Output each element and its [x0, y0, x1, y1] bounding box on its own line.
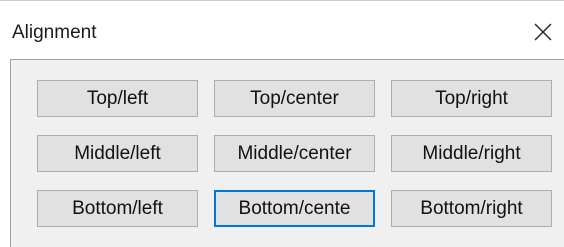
- middle-left-button[interactable]: Middle/left: [37, 135, 198, 172]
- bottom-right-button[interactable]: Bottom/right: [391, 190, 552, 227]
- top-left-button-label: Top/left: [86, 87, 149, 109]
- bottom-center-button[interactable]: Bottom/cente: [214, 190, 375, 227]
- top-right-button[interactable]: Top/right: [391, 80, 552, 117]
- top-center-button[interactable]: Top/center: [214, 80, 375, 117]
- middle-center-button[interactable]: Middle/center: [214, 135, 375, 172]
- bottom-left-button-label: Bottom/left: [72, 197, 163, 219]
- middle-center-button-label: Middle/center: [237, 142, 352, 164]
- alignment-dialog: Alignment Top/left Top/center Top/right …: [0, 0, 564, 247]
- middle-left-button-label: Middle/left: [74, 142, 161, 164]
- top-left-button[interactable]: Top/left: [37, 80, 198, 117]
- bottom-right-button-label: Bottom/right: [420, 197, 523, 219]
- bottom-center-button-label: Bottom/cente: [238, 197, 351, 219]
- middle-right-button-label: Middle/right: [422, 142, 521, 164]
- close-icon: [534, 23, 552, 41]
- bottom-left-button[interactable]: Bottom/left: [37, 190, 198, 227]
- window-title: Alignment: [12, 22, 97, 43]
- title-bar: Alignment: [0, 1, 564, 59]
- close-button[interactable]: [526, 15, 560, 49]
- top-center-button-label: Top/center: [250, 87, 339, 109]
- middle-right-button[interactable]: Middle/right: [391, 135, 552, 172]
- top-right-button-label: Top/right: [435, 87, 508, 109]
- alignment-button-grid: Top/left Top/center Top/right Middle/lef…: [37, 80, 552, 227]
- dialog-client-area: Top/left Top/center Top/right Middle/lef…: [10, 59, 564, 247]
